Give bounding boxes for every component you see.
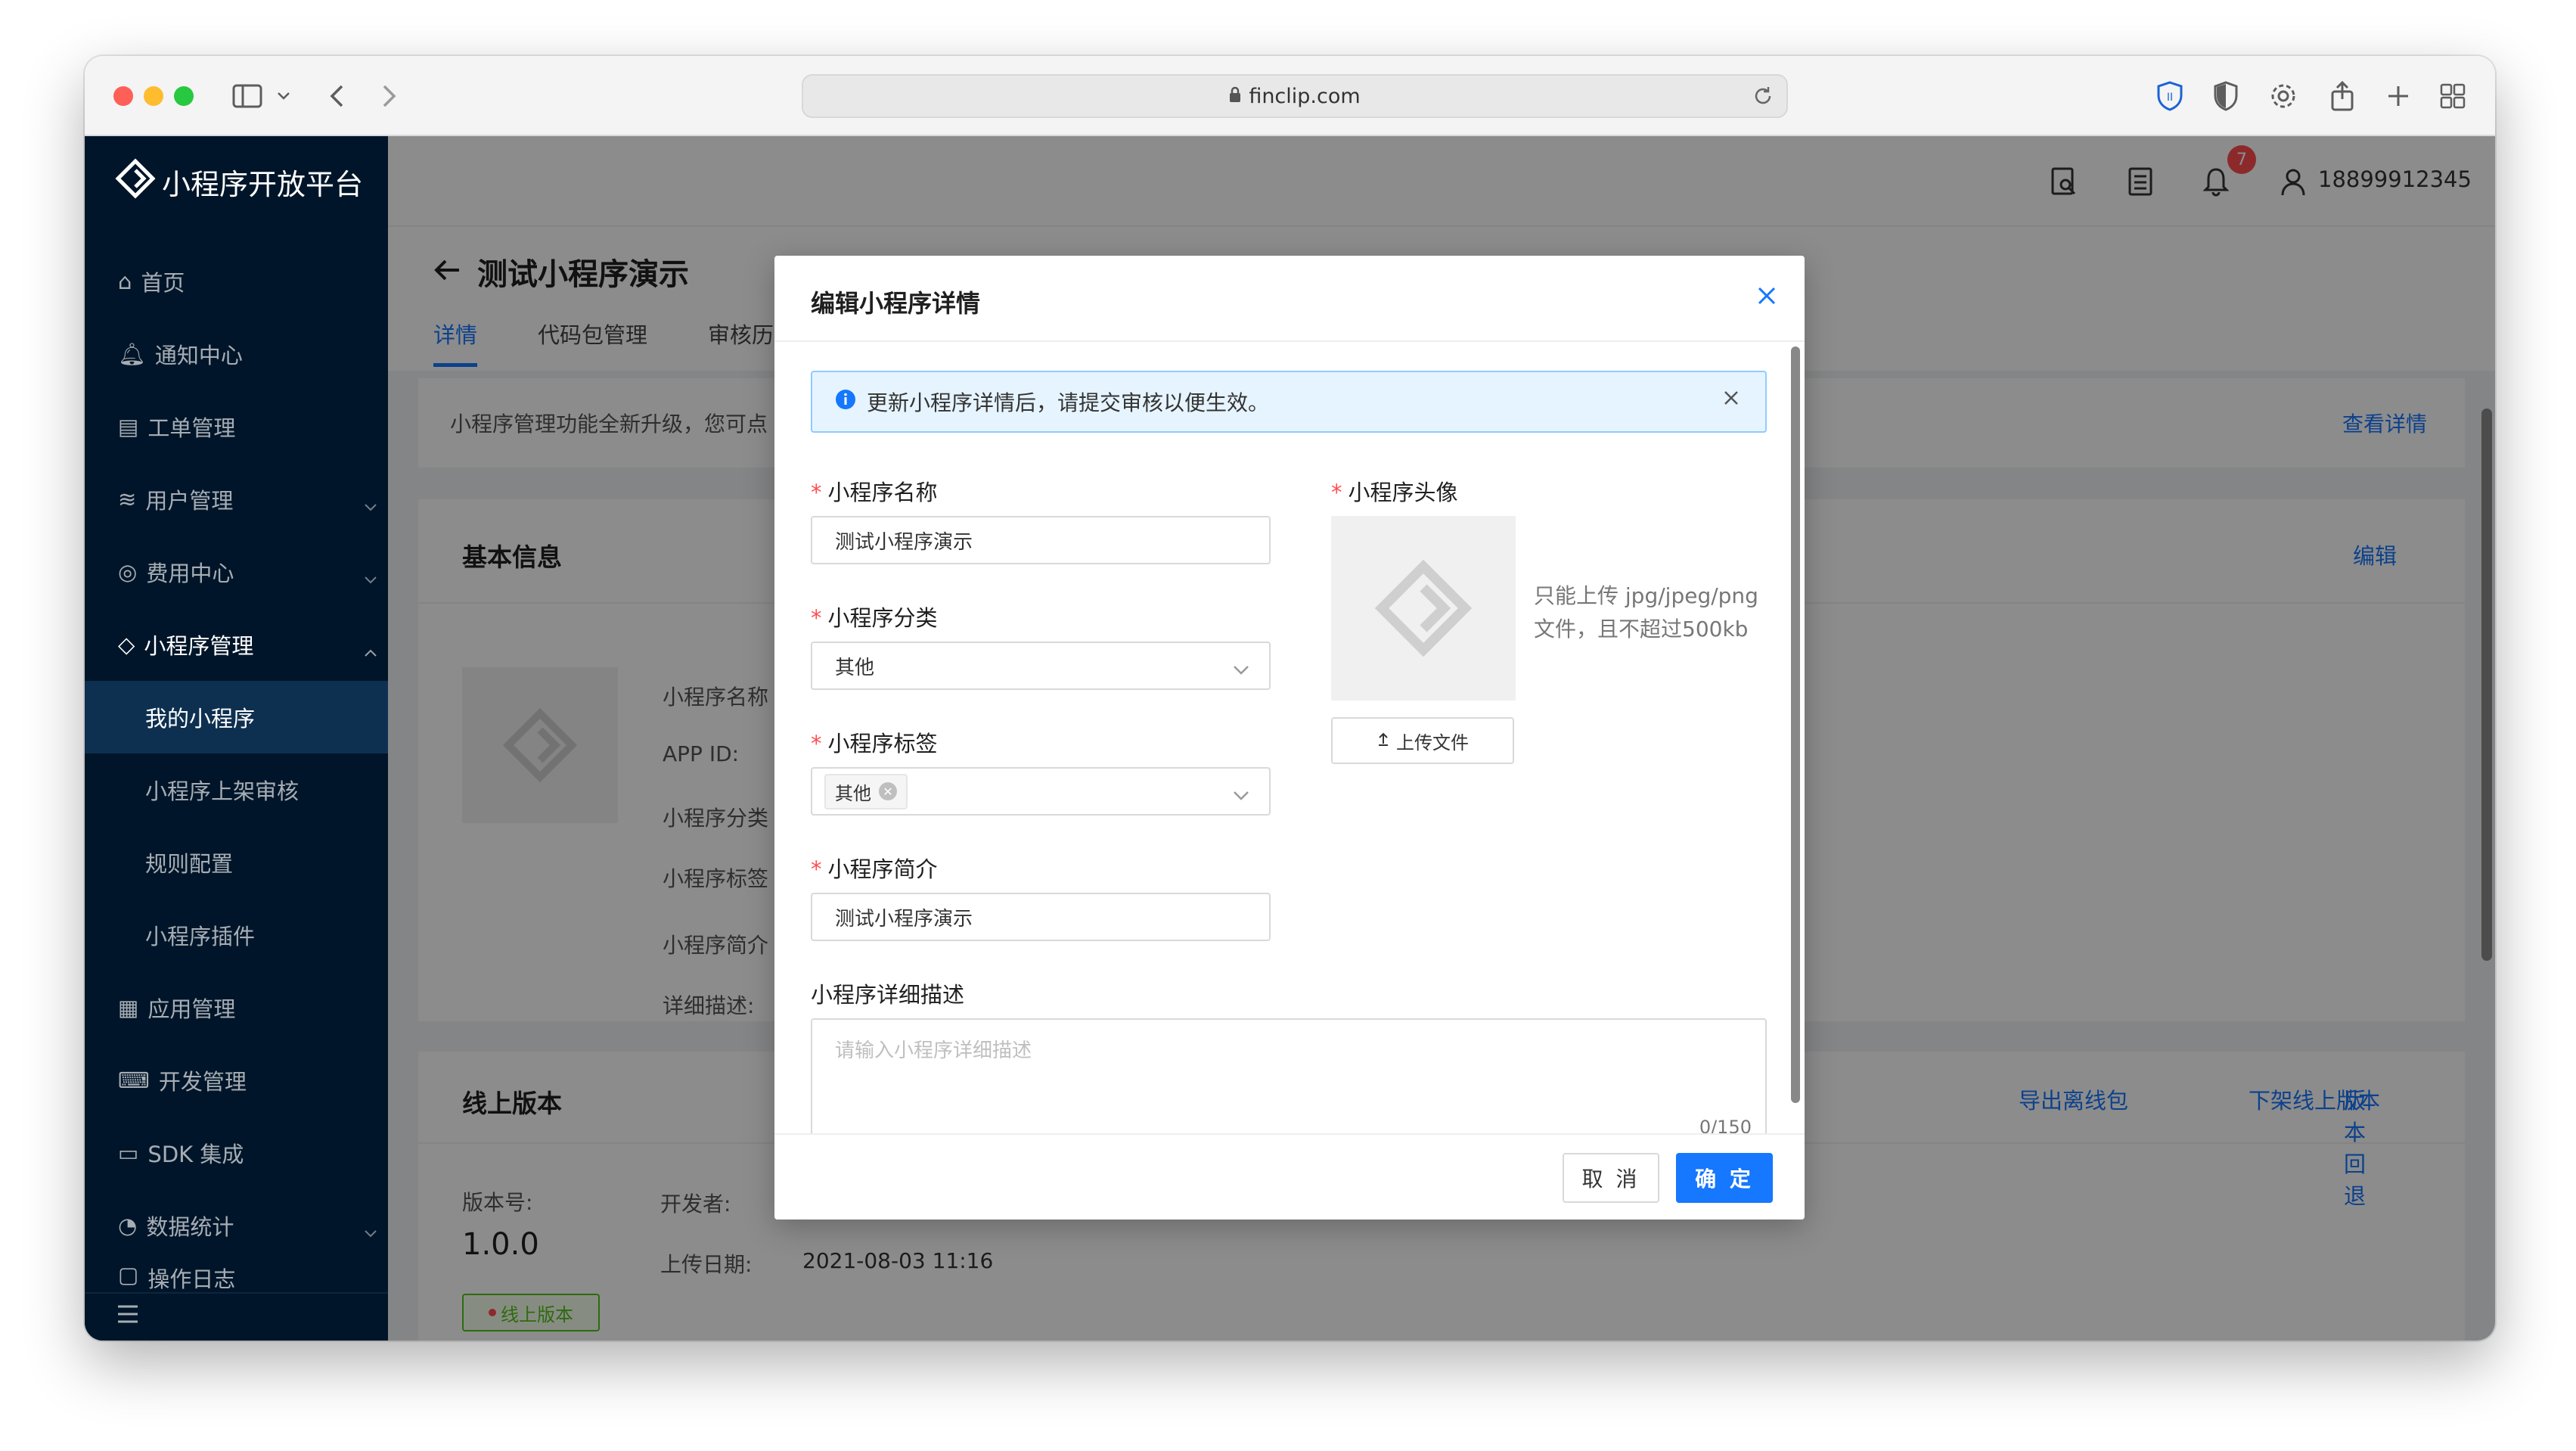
shield-icon[interactable]: II bbox=[2152, 79, 2187, 113]
name-label: * 小程序名称 bbox=[811, 475, 938, 507]
modal-scrollbar[interactable] bbox=[1791, 346, 1800, 1103]
app-area: 小程序开放平台 ⌂ 首页 🔔︎ 通知中心 ▤ 工单管理 ≋ 用户管理 ◎ 费用中… bbox=[85, 136, 2495, 1341]
confirm-button[interactable]: 确 定 bbox=[1676, 1153, 1773, 1203]
required-mark: * bbox=[1331, 480, 1342, 505]
intro-label-text: 小程序简介 bbox=[827, 856, 938, 882]
intro-label: * 小程序简介 bbox=[811, 852, 938, 884]
category-label: * 小程序分类 bbox=[811, 601, 938, 632]
edit-details-modal: 编辑小程序详情 更新小程序详情后，请提交审核以便生效。 * 小程序名称 测试小程… bbox=[774, 256, 1805, 1220]
alert-close-icon[interactable] bbox=[1723, 386, 1740, 412]
forward-icon[interactable] bbox=[372, 79, 407, 113]
name-input[interactable]: 测试小程序演示 bbox=[811, 516, 1271, 564]
chevron-down-icon bbox=[1233, 658, 1249, 681]
cancel-button[interactable]: 取 消 bbox=[1563, 1153, 1659, 1203]
chevron-down-icon bbox=[1233, 784, 1249, 806]
upload-file-button[interactable]: 上传文件 bbox=[1331, 717, 1514, 764]
avatar-preview bbox=[1331, 516, 1516, 701]
modal-header: 编辑小程序详情 bbox=[774, 256, 1805, 342]
avatar-label-text: 小程序头像 bbox=[1348, 480, 1458, 505]
svg-text:II: II bbox=[2167, 92, 2173, 104]
upload-icon bbox=[1376, 730, 1390, 751]
info-icon bbox=[835, 389, 856, 415]
required-mark: * bbox=[811, 856, 822, 882]
modal-title: 编辑小程序详情 bbox=[811, 289, 981, 318]
close-window-button[interactable] bbox=[113, 86, 133, 106]
chevron-down-icon[interactable] bbox=[266, 79, 301, 113]
avatar-hint-line-1: 只能上传 jpg/jpeg/png bbox=[1534, 583, 1758, 608]
category-select[interactable]: 其他 bbox=[811, 642, 1271, 690]
tags-label: * 小程序标签 bbox=[811, 726, 938, 758]
new-tab-icon[interactable] bbox=[2381, 79, 2416, 113]
avatar-hint: 只能上传 jpg/jpeg/png 文件，且不超过500kb bbox=[1534, 579, 1776, 646]
browser-window: finclip.com II 小程序开放平台 ⌂ 首页 🔔︎ 通知中心 ▤ 工单… bbox=[85, 56, 2495, 1341]
contrast-icon[interactable] bbox=[2208, 79, 2243, 113]
close-icon[interactable] bbox=[1752, 283, 1782, 313]
description-label: 小程序详细描述 bbox=[811, 982, 965, 1008]
required-mark: * bbox=[811, 480, 822, 505]
char-count: 0/150 bbox=[1699, 1117, 1752, 1133]
description-textarea[interactable]: 请输入小程序详细描述 0/150 bbox=[811, 1018, 1767, 1133]
tags-select[interactable]: 其他 ✕ bbox=[811, 767, 1271, 816]
intro-input[interactable]: 测试小程序演示 bbox=[811, 893, 1271, 941]
gear-icon[interactable] bbox=[2266, 79, 2301, 113]
name-label-text: 小程序名称 bbox=[827, 480, 938, 505]
avatar-label: * 小程序头像 bbox=[1331, 475, 1458, 507]
minimize-window-button[interactable] bbox=[144, 86, 163, 106]
reload-icon[interactable] bbox=[1752, 85, 1774, 113]
modal-footer: 取 消 确 定 bbox=[774, 1133, 1805, 1220]
description-placeholder: 请输入小程序详细描述 bbox=[835, 1039, 1032, 1062]
info-alert: 更新小程序详情后，请提交审核以便生效。 bbox=[811, 371, 1767, 433]
browser-toolbar: finclip.com II bbox=[85, 56, 2495, 136]
modal-body: 更新小程序详情后，请提交审核以便生效。 * 小程序名称 测试小程序演示 * 小程序分… bbox=[774, 342, 1805, 1133]
tag-remove-icon[interactable]: ✕ bbox=[879, 782, 897, 800]
category-value: 其他 bbox=[835, 656, 875, 679]
address-bar[interactable]: finclip.com bbox=[802, 74, 1788, 118]
sidebar-mask bbox=[85, 136, 388, 1341]
tags-label-text: 小程序标签 bbox=[827, 731, 938, 757]
tag-chip-text: 其他 bbox=[835, 782, 871, 804]
required-mark: * bbox=[811, 605, 822, 631]
maximize-window-button[interactable] bbox=[174, 86, 194, 106]
avatar-hint-line-2: 文件，且不超过500kb bbox=[1534, 617, 1749, 642]
alert-text: 更新小程序详情后，请提交审核以便生效。 bbox=[867, 390, 1270, 415]
category-label-text: 小程序分类 bbox=[827, 605, 938, 631]
required-mark: * bbox=[811, 731, 822, 757]
lock-icon bbox=[1229, 85, 1241, 108]
share-icon[interactable] bbox=[2325, 79, 2360, 113]
tag-chip: 其他 ✕ bbox=[824, 773, 908, 809]
url-text: finclip.com bbox=[1249, 84, 1361, 108]
back-icon[interactable] bbox=[319, 79, 354, 113]
tab-overview-icon[interactable] bbox=[2435, 79, 2470, 113]
upload-file-label: 上传文件 bbox=[1396, 732, 1469, 753]
sidebar-toggle-icon[interactable] bbox=[230, 79, 265, 113]
